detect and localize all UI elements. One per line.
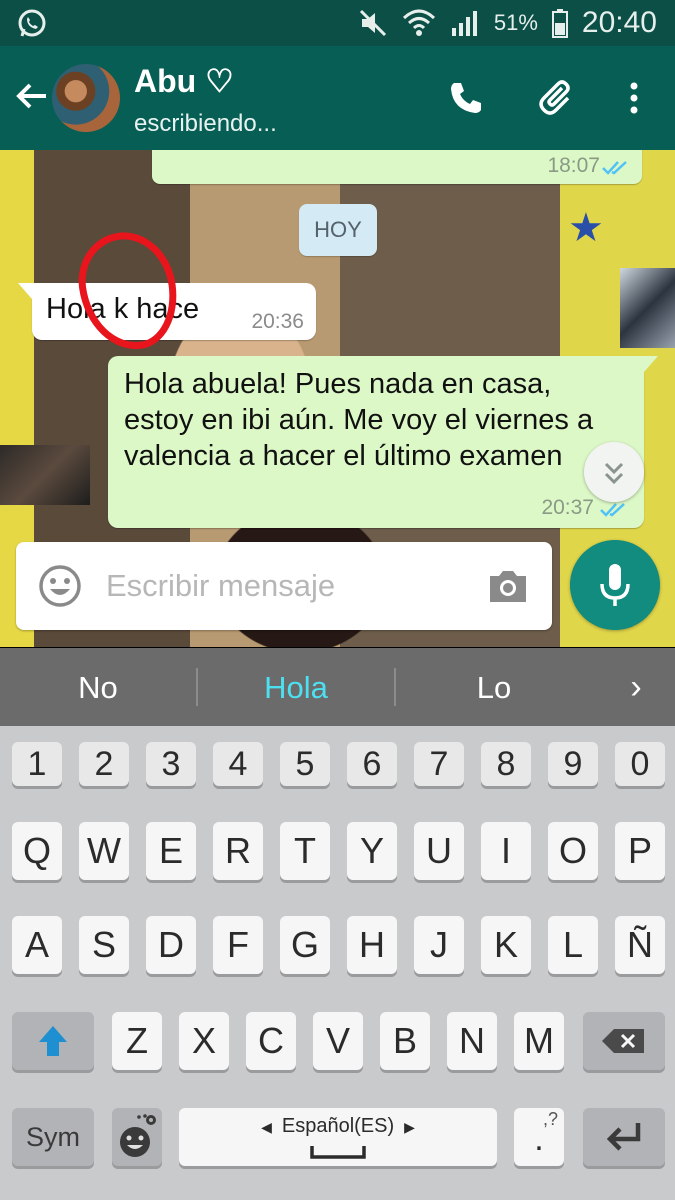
key-y[interactable]: Y <box>347 822 397 880</box>
key-5[interactable]: 5 <box>280 742 330 786</box>
camera-icon[interactable] <box>486 566 530 606</box>
message-text: Hola abuela! Pues nada en casa, estoy en… <box>124 368 594 472</box>
key-g[interactable]: G <box>280 916 330 974</box>
language-left-arrow-icon: ◀ <box>261 1119 272 1135</box>
key-1[interactable]: 1 <box>12 742 62 786</box>
key-z[interactable]: Z <box>112 1012 162 1070</box>
key-m[interactable]: M <box>514 1012 564 1070</box>
read-ticks-icon <box>602 161 627 175</box>
key-b[interactable]: B <box>380 1012 430 1070</box>
clock: 20:40 <box>581 6 657 39</box>
language-right-arrow-icon: ▶ <box>404 1119 415 1135</box>
key-s[interactable]: S <box>79 916 129 974</box>
key-w[interactable]: W <box>79 822 129 880</box>
wallpaper-photo <box>620 268 675 348</box>
key-0[interactable]: 0 <box>615 742 665 786</box>
shift-arrow-icon <box>39 1026 67 1056</box>
space-language-label: ◀ Español(ES) ▶ <box>179 1114 497 1139</box>
whatsapp-notification-icon <box>18 9 46 37</box>
key-h[interactable]: H <box>347 916 397 974</box>
signal-icon <box>451 11 477 36</box>
battery-percent: 51% <box>493 10 538 35</box>
key-7[interactable]: 7 <box>414 742 464 786</box>
key-e[interactable]: E <box>146 822 196 880</box>
phone-icon[interactable] <box>446 78 486 118</box>
key-q[interactable]: Q <box>12 822 62 880</box>
chevron-double-down-icon[interactable] <box>584 442 644 502</box>
key-u[interactable]: U <box>414 822 464 880</box>
shift-key[interactable] <box>12 1012 94 1070</box>
key-8[interactable]: 8 <box>481 742 531 786</box>
space-key[interactable]: ◀ Español(ES) ▶ <box>179 1108 497 1166</box>
mic-icon[interactable] <box>570 540 660 630</box>
key-3[interactable]: 3 <box>146 742 196 786</box>
backspace-icon <box>602 1029 644 1053</box>
emoji-settings-icon <box>120 1114 156 1157</box>
enter-arrow-icon <box>606 1123 641 1151</box>
wifi-icon <box>402 9 435 36</box>
key-4[interactable]: 4 <box>213 742 263 786</box>
message-input-placeholder[interactable]: Escribir mensaje <box>106 568 335 604</box>
key-6[interactable]: 6 <box>347 742 397 786</box>
wallpaper-photo <box>0 445 90 505</box>
key-c[interactable]: C <box>246 1012 296 1070</box>
key-a[interactable]: A <box>12 916 62 974</box>
suggestion-item[interactable]: No <box>0 648 196 726</box>
emoji-icon[interactable] <box>38 564 82 608</box>
emoji-key[interactable] <box>112 1108 162 1166</box>
key-x[interactable]: X <box>179 1012 229 1070</box>
date-divider: HOY <box>299 204 377 256</box>
key-v[interactable]: V <box>313 1012 363 1070</box>
read-ticks-icon <box>600 503 625 517</box>
sym-key[interactable]: Sym <box>12 1108 94 1166</box>
key-n[interactable]: N <box>447 1012 497 1070</box>
key-f[interactable]: F <box>213 916 263 974</box>
punctuation-key[interactable]: ,? . <box>514 1108 564 1166</box>
suggestion-item[interactable]: Lo <box>396 648 592 726</box>
word-suggestions: No Hola Lo › <box>0 648 675 726</box>
key-d[interactable]: D <box>146 916 196 974</box>
message-bubble-outgoing[interactable]: 18:07 <box>152 150 642 184</box>
key-t[interactable]: T <box>280 822 330 880</box>
status-bar: 51% 20:40 <box>0 0 675 46</box>
key-l[interactable]: L <box>548 916 598 974</box>
message-time: 20:36 <box>251 310 304 333</box>
back-arrow-icon[interactable] <box>12 76 52 116</box>
key-k[interactable]: K <box>481 916 531 974</box>
contact-status: escribiendo... <box>134 110 277 137</box>
key-i[interactable]: I <box>481 822 531 880</box>
backspace-key[interactable] <box>583 1012 665 1070</box>
message-time: 18:07 <box>547 154 600 177</box>
key-j[interactable]: J <box>414 916 464 974</box>
mute-icon <box>359 9 386 37</box>
key-r[interactable]: R <box>213 822 263 880</box>
keyboard: 1 2 3 4 5 6 7 8 9 0 Q W E R T Y U I O P … <box>0 726 675 1200</box>
battery-icon <box>551 9 568 38</box>
more-vert-icon[interactable] <box>614 78 654 118</box>
contact-avatar[interactable] <box>52 64 120 132</box>
message-bubble-outgoing[interactable]: Hola abuela! Pues nada en casa, estoy en… <box>108 356 658 528</box>
contact-name[interactable]: Abu ♡ <box>134 62 234 100</box>
wallpaper-star: ★ <box>568 206 604 250</box>
chevron-right-icon[interactable]: › <box>618 648 654 726</box>
message-time: 20:37 <box>541 496 594 519</box>
punctuation-label: . <box>534 1120 544 1158</box>
key-o[interactable]: O <box>548 822 598 880</box>
enter-key[interactable] <box>583 1108 665 1166</box>
key-p[interactable]: P <box>615 822 665 880</box>
key-enye[interactable]: Ñ <box>615 916 665 974</box>
language-label: Español(ES) <box>281 1115 395 1137</box>
chat-header: Abu ♡ escribiendo... <box>0 46 675 150</box>
suggestion-item-highlighted[interactable]: Hola <box>198 648 394 726</box>
key-9[interactable]: 9 <box>548 742 598 786</box>
paperclip-icon[interactable] <box>536 78 576 118</box>
message-composer[interactable]: Escribir mensaje <box>16 542 552 630</box>
spacebar-icon <box>310 1146 366 1159</box>
key-2[interactable]: 2 <box>79 742 129 786</box>
